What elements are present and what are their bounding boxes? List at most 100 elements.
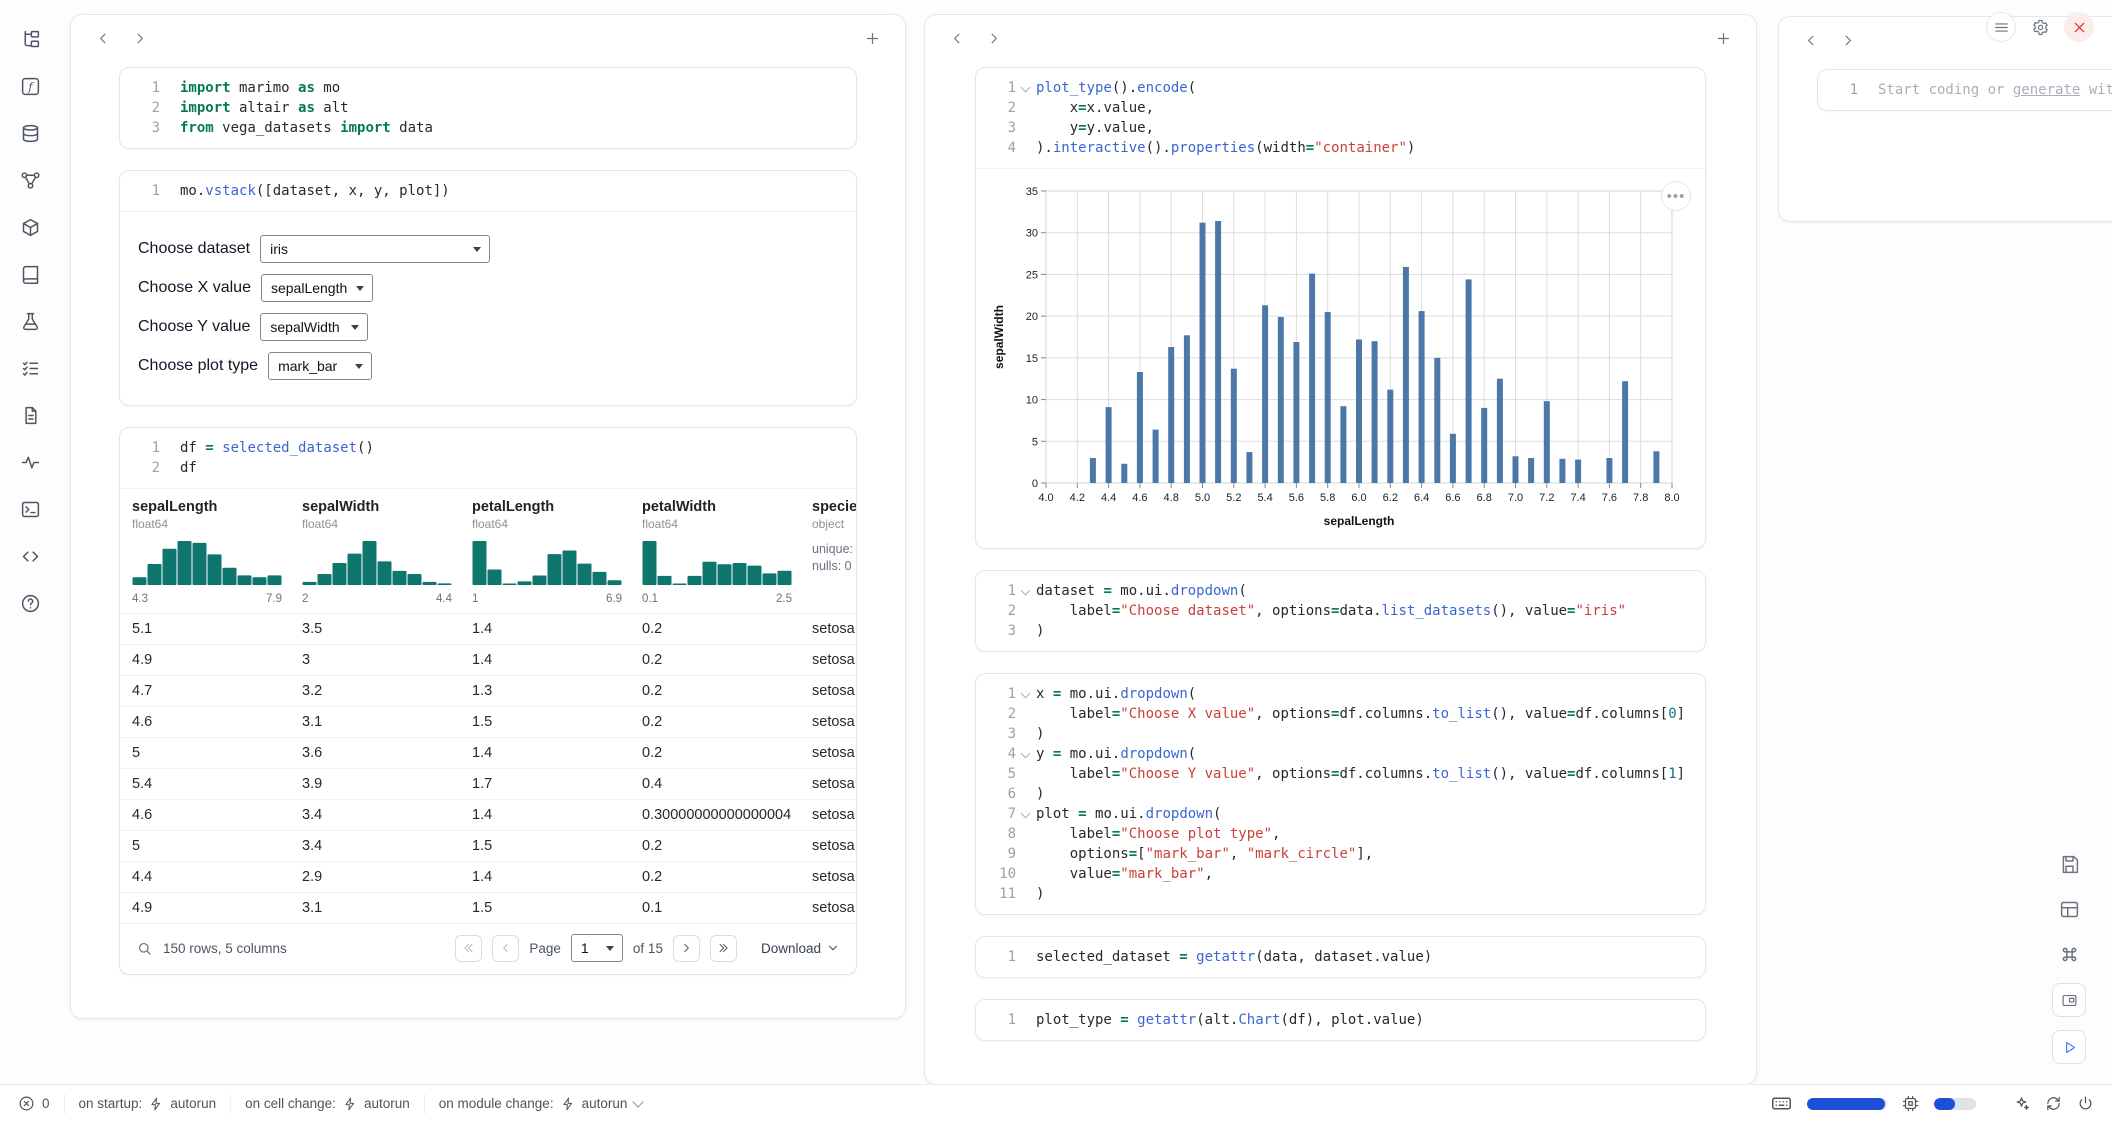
menu-button[interactable] (1986, 12, 2016, 42)
search-icon[interactable] (136, 940, 153, 957)
refresh-icon[interactable] (2045, 1095, 2062, 1112)
on-cell-change-setting[interactable]: on cell change: autorun (231, 1092, 424, 1116)
choose-x-value-select[interactable]: sepalLength (261, 274, 373, 302)
variables-icon[interactable]: f (13, 69, 47, 103)
cell-vstack[interactable]: 1mo.vstack([dataset, x, y, plot]) Choose… (119, 170, 857, 406)
experiments-icon[interactable] (13, 304, 47, 338)
file-explorer-icon[interactable] (13, 22, 47, 56)
code-editor[interactable]: 1dataset = mo.ui.dropdown(2 label="Choos… (976, 571, 1705, 651)
keyboard-shortcuts-icon[interactable] (2053, 938, 2085, 970)
code-line: plot_type().encode( (1036, 78, 1196, 98)
outline-icon[interactable] (13, 257, 47, 291)
column-header[interactable]: sepalWidthfloat64 (290, 489, 460, 531)
on-module-change-setting[interactable]: on module change: autorun (425, 1092, 657, 1116)
fold-chevron-icon[interactable] (1016, 581, 1036, 601)
layout-panel-icon[interactable] (2053, 893, 2085, 925)
column-collapse-left-button[interactable] (89, 24, 117, 52)
table-row[interactable]: 4.73.21.30.2setosa (120, 676, 856, 707)
svg-text:20: 20 (1026, 311, 1038, 323)
error-indicator[interactable]: 0 (18, 1092, 64, 1116)
line-number: 2 (990, 704, 1016, 724)
table-row[interactable]: 53.61.40.2setosa (120, 738, 856, 769)
column-collapse-left-button[interactable] (943, 24, 971, 52)
keyboard-icon[interactable] (1771, 1093, 1792, 1114)
sparkles-icon[interactable] (2013, 1095, 2030, 1112)
line-number: 11 (990, 884, 1016, 904)
page-select[interactable]: 1 (571, 934, 623, 962)
memory-usage-bar[interactable] (1807, 1098, 1887, 1110)
cell-imports[interactable]: 1import marimo as mo2import altair as al… (119, 67, 857, 149)
table-row[interactable]: 53.41.50.2setosa (120, 831, 856, 862)
dependencies-icon[interactable] (13, 163, 47, 197)
cpu-icon[interactable] (1902, 1095, 1919, 1112)
column-collapse-right-button[interactable] (979, 24, 1007, 52)
cell-chart[interactable]: 1plot_type().encode(2 x=x.value,3 y=y.va… (975, 67, 1706, 549)
help-icon[interactable] (13, 586, 47, 620)
fold-chevron-icon[interactable] (1016, 744, 1036, 764)
column-collapse-right-button[interactable] (125, 24, 153, 52)
close-button[interactable] (2064, 12, 2094, 42)
table-row[interactable]: 5.43.91.70.4setosa (120, 769, 856, 800)
code-editor[interactable]: 1x = mo.ui.dropdown(2 label="Choose X va… (976, 674, 1705, 914)
column-header[interactable]: petalLengthfloat64 (460, 489, 630, 531)
cell-new-empty[interactable]: 1Start coding or generate with AI (1817, 69, 2112, 111)
column-header[interactable]: sepalLengthfloat64 (120, 489, 290, 531)
power-icon[interactable] (2077, 1095, 2094, 1112)
data-sources-icon[interactable] (13, 116, 47, 150)
last-page-button[interactable] (710, 935, 737, 962)
cell-dataset-dropdown[interactable]: 1dataset = mo.ui.dropdown(2 label="Choos… (975, 570, 1706, 652)
save-icon[interactable] (2053, 848, 2085, 880)
code-line: options=["mark_bar", "mark_circle"], (1036, 844, 1373, 864)
table-row[interactable]: 5.13.51.40.2setosa (120, 614, 856, 645)
cell-plot-type[interactable]: 1plot_type = getattr(alt.Chart(df), plot… (975, 999, 1706, 1041)
column-collapse-right-button[interactable] (1833, 26, 1861, 54)
first-page-button[interactable] (455, 935, 482, 962)
cell-selected-dataset[interactable]: 1selected_dataset = getattr(data, datase… (975, 936, 1706, 978)
cell-dataframe[interactable]: 1df = selected_dataset()2df sepalLengthf… (119, 427, 857, 975)
altair-chart[interactable]: 4.04.24.44.64.85.05.25.45.65.86.06.26.46… (990, 179, 1690, 531)
code-line: df = selected_dataset() (180, 438, 374, 458)
settings-button[interactable] (2025, 12, 2055, 42)
cell-xy-plot-dropdowns[interactable]: 1x = mo.ui.dropdown(2 label="Choose X va… (975, 673, 1706, 915)
svg-text:5.0: 5.0 (1195, 492, 1210, 504)
add-cell-button[interactable] (857, 23, 887, 53)
table-row[interactable]: 4.93.11.50.1setosa (120, 893, 856, 924)
gutter-spacer (160, 438, 180, 458)
dropdown-control: Choose X valuesepalLength (138, 274, 838, 302)
add-cell-button[interactable] (1708, 23, 1738, 53)
choose-plot-type-select[interactable]: mark_bar (268, 352, 372, 380)
on-startup-setting[interactable]: on startup: autorun (65, 1092, 231, 1116)
code-editor[interactable]: 1mo.vstack([dataset, x, y, plot]) (120, 171, 856, 211)
download-button[interactable]: Download (761, 941, 840, 956)
logs-icon[interactable] (13, 398, 47, 432)
code-editor[interactable]: 1plot_type().encode(2 x=x.value,3 y=y.va… (976, 68, 1705, 168)
run-button[interactable] (2052, 1030, 2086, 1064)
column-header[interactable]: speciesobject (800, 489, 856, 531)
fold-chevron-icon[interactable] (1016, 804, 1036, 824)
chart-actions-button[interactable]: ••• (1661, 181, 1691, 211)
code-editor[interactable]: 1df = selected_dataset()2df (120, 428, 856, 488)
next-page-button[interactable] (673, 935, 700, 962)
choose-dataset-select[interactable]: iris (260, 235, 490, 263)
code-editor[interactable]: 1selected_dataset = getattr(data, datase… (976, 937, 1705, 977)
minimap-button[interactable] (2052, 983, 2086, 1017)
tracing-icon[interactable] (13, 445, 47, 479)
packages-icon[interactable] (13, 210, 47, 244)
choose-y-value-select[interactable]: sepalWidth (260, 313, 368, 341)
table-row[interactable]: 4.63.41.40.30000000000000004setosa (120, 800, 856, 831)
table-row[interactable]: 4.42.91.40.2setosa (120, 862, 856, 893)
column-collapse-left-button[interactable] (1797, 26, 1825, 54)
snippets-icon[interactable] (13, 539, 47, 573)
fold-chevron-icon[interactable] (1016, 684, 1036, 704)
code-editor[interactable]: 1import marimo as mo2import altair as al… (120, 68, 856, 148)
terminal-icon[interactable] (13, 492, 47, 526)
code-editor[interactable]: 1plot_type = getattr(alt.Chart(df), plot… (976, 1000, 1705, 1040)
table-row[interactable]: 4.931.40.2setosa (120, 645, 856, 676)
cpu-usage-bar[interactable] (1934, 1098, 1976, 1110)
prev-page-button[interactable] (492, 935, 519, 962)
table-row[interactable]: 4.63.11.50.2setosa (120, 707, 856, 738)
code-editor-placeholder[interactable]: 1Start coding or generate with AI (1818, 70, 2112, 110)
tasks-icon[interactable] (13, 351, 47, 385)
column-header[interactable]: petalWidthfloat64 (630, 489, 800, 531)
fold-chevron-icon[interactable] (1016, 78, 1036, 98)
